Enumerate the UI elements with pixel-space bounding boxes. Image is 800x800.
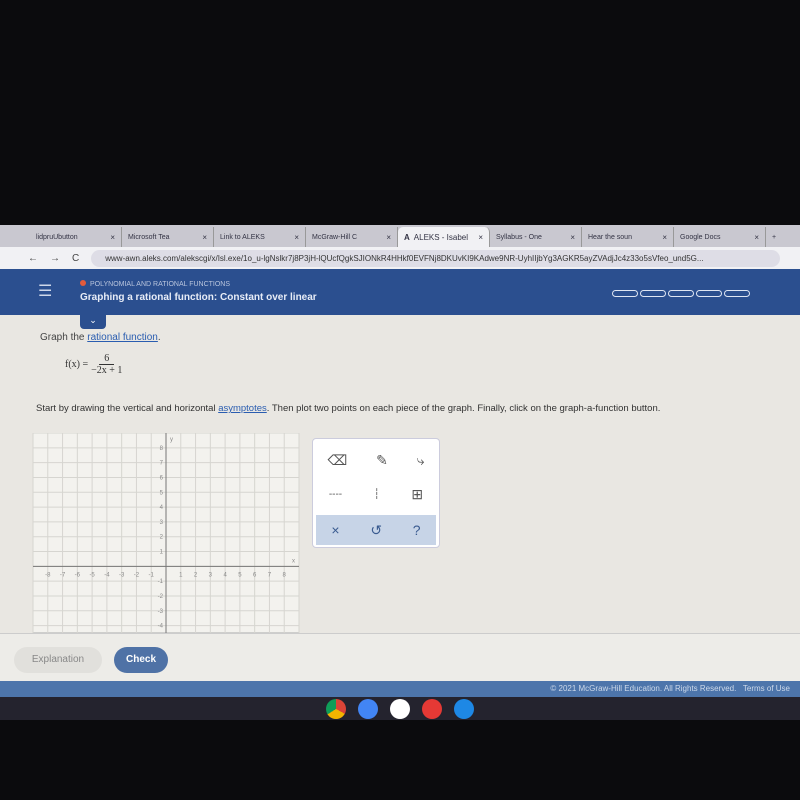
- page-title: Graphing a rational function: Constant o…: [80, 292, 317, 303]
- close-icon[interactable]: ×: [202, 233, 207, 242]
- tab-strip: lidpruUbutton × Microsoft Tea × Link to AL…: [0, 225, 800, 247]
- aleks-logo-icon: A: [404, 232, 410, 242]
- new-tab-button[interactable]: +: [766, 227, 790, 247]
- asymptotes-link[interactable]: asymptotes: [218, 403, 267, 414]
- url-input[interactable]: www-awn.aleks.com/alekscgi/x/Isl.exe/1o_…: [91, 249, 780, 267]
- tab-label: Microsoft Tea: [128, 233, 170, 241]
- prompt: Graph the rational function.: [40, 332, 161, 343]
- copyright: © 2021 McGraw-Hill Education. All Rights…: [550, 684, 737, 693]
- close-icon[interactable]: ×: [754, 233, 759, 242]
- browser-tab[interactable]: Syllabus - One ×: [490, 227, 582, 247]
- tab-label: McGraw-Hill C: [312, 233, 358, 241]
- x-tick-label: -5: [89, 572, 95, 578]
- tab-label: Hear the soun: [588, 233, 632, 241]
- fraction: 6 −2x + 1: [91, 353, 122, 376]
- y-tick-label: -2: [158, 594, 164, 600]
- function-expression: f(x) = 6 −2x + 1: [65, 353, 122, 376]
- close-icon[interactable]: ×: [110, 233, 115, 242]
- browser-tab[interactable]: McGraw-Hill C ×: [306, 227, 398, 247]
- browser-tab-active[interactable]: A ALEKS - Isabel ×: [398, 227, 490, 247]
- aleks-header: ☰ Polynomial and Rational Functions Grap…: [0, 269, 800, 315]
- close-icon[interactable]: ×: [386, 233, 391, 242]
- terms-link[interactable]: Terms of Use: [743, 684, 790, 693]
- forward-icon[interactable]: →: [50, 253, 60, 264]
- x-tick-label: -1: [149, 572, 155, 578]
- eraser-icon[interactable]: ⌫: [327, 452, 347, 469]
- graph-function-icon[interactable]: ⊞: [411, 486, 423, 503]
- x-tick-label: -8: [45, 572, 51, 578]
- x-axis-label: x: [292, 558, 295, 564]
- tab-label: ALEKS - Isabel: [413, 232, 469, 242]
- x-tick-label: -6: [75, 572, 81, 578]
- y-axis-label: y: [170, 437, 173, 443]
- reload-icon[interactable]: C: [72, 253, 79, 264]
- footer: © 2021 McGraw-Hill Education. All Rights…: [0, 681, 800, 697]
- files-icon[interactable]: [454, 698, 474, 719]
- denominator: −2x + 1: [91, 365, 123, 376]
- tab-label: Syllabus - One: [496, 233, 542, 241]
- prompt-end: .: [157, 332, 161, 343]
- x-tick-label: -4: [104, 572, 110, 578]
- browser-tab[interactable]: lidpruUbutton ×: [30, 227, 122, 247]
- docs-icon[interactable]: [358, 698, 378, 719]
- x-tick-label: -7: [60, 572, 66, 578]
- tab-label: lidpruUbutton: [36, 233, 78, 241]
- y-tick-label: -3: [158, 609, 164, 615]
- menu-icon[interactable]: ☰: [38, 281, 52, 301]
- topic-label: Polynomial and Rational Functions: [80, 280, 230, 288]
- graph-canvas[interactable]: -8 -7 -6 -5 -4 -3 -2 -1 1 2 3 4 5 6 7 8-4-3-2-112345678…: [32, 433, 300, 633]
- browser-tab[interactable]: Microsoft Tea ×: [122, 227, 214, 247]
- horizontal-asymptote-icon[interactable]: ----: [329, 489, 342, 500]
- rational-function-link[interactable]: rational function: [87, 332, 158, 343]
- pencil-icon[interactable]: ✎: [376, 452, 388, 469]
- progress-bar: [612, 290, 750, 297]
- close-icon[interactable]: ×: [570, 233, 575, 242]
- os-shelf: [0, 697, 800, 720]
- back-icon[interactable]: ←: [28, 253, 38, 264]
- numerator: 6: [99, 353, 115, 365]
- instr-text: Start by drawing the vertical and horizo…: [36, 403, 219, 414]
- browser-tab[interactable]: Link to ALEKS ×: [214, 227, 306, 247]
- bottom-bar: Explanation Check: [0, 633, 800, 681]
- browser-tab[interactable]: Google Docs ×: [674, 227, 766, 247]
- tab-label: Google Docs: [680, 233, 721, 241]
- x-tick-label: -3: [119, 572, 125, 578]
- chrome-icon[interactable]: [326, 698, 346, 719]
- fx-label: f(x) =: [65, 359, 89, 370]
- youtube-icon[interactable]: [422, 698, 442, 719]
- y-tick-label: -4: [158, 624, 164, 630]
- screen: lidpruUbutton × Microsoft Tea × Link to AL…: [0, 225, 800, 720]
- undo-icon[interactable]: ↺: [370, 522, 382, 539]
- browser-tab[interactable]: Hear the soun ×: [582, 227, 674, 247]
- close-icon[interactable]: ×: [662, 233, 667, 242]
- close-icon[interactable]: ×: [294, 233, 299, 242]
- collapse-chevron-icon[interactable]: ⌄: [80, 315, 106, 329]
- x-tick-label: -2: [134, 572, 140, 578]
- y-tick-label: -1: [158, 579, 164, 585]
- graph-toolbox: ⌫ ✎ ⤷ ---- ┆ ⊞ × ↺?: [312, 438, 440, 548]
- prompt-text: Graph the: [40, 332, 88, 343]
- instructions: Start by drawing the vertical and horizo…: [36, 403, 660, 414]
- address-bar: ← → C www-awn.aleks.com/alekscgi/x/Isl.exe…: [0, 247, 800, 269]
- clear-icon[interactable]: ×: [331, 522, 339, 538]
- instr-text-end: . Then plot two points on each piece of …: [266, 403, 661, 414]
- close-icon[interactable]: ×: [478, 233, 483, 242]
- gmail-icon[interactable]: [390, 698, 410, 719]
- check-button[interactable]: Check: [114, 647, 168, 673]
- tab-label: Link to ALEKS: [220, 233, 265, 241]
- vertical-asymptote-icon[interactable]: ┆: [374, 489, 380, 500]
- curve-icon[interactable]: ⤷: [417, 452, 425, 469]
- explanation-button[interactable]: Explanation: [14, 647, 102, 673]
- help-icon[interactable]: ?: [413, 522, 421, 538]
